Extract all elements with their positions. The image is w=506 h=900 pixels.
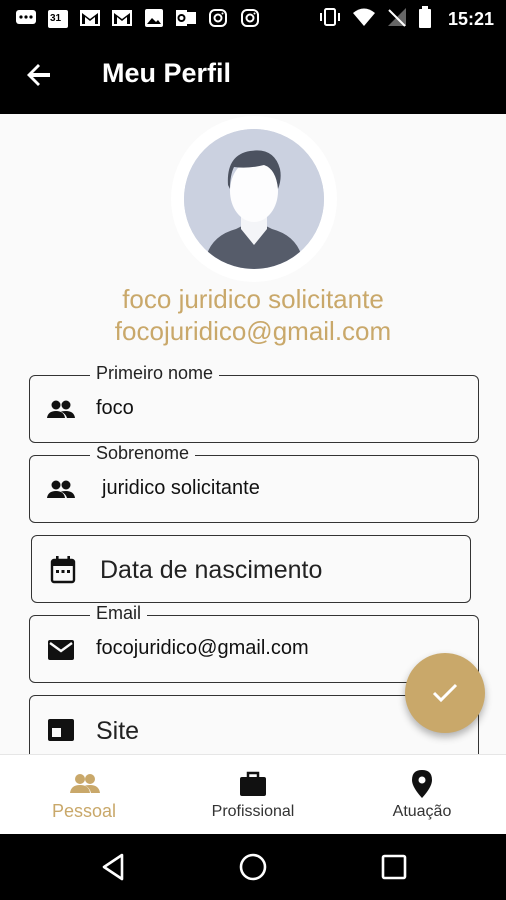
clock: 15:21 [447,9,494,29]
app-bar: Meu Perfil [0,36,506,114]
back-triangle-icon[interactable] [98,851,130,883]
wifi-icon [352,7,376,32]
last-name-input[interactable]: juridico solicitante [102,477,260,500]
site-input[interactable]: Site [96,717,139,746]
profile-email: focojuridico@gmail.com [114,316,392,346]
tab-label: Profissional [211,803,295,820]
image-icon [142,6,166,30]
home-circle-icon[interactable] [237,851,269,883]
avatar [184,129,324,269]
tab-profissional[interactable]: Profissional [169,755,337,835]
briefcase-icon [238,769,268,799]
bottom-navigation: Pessoal Profissional Atuação [0,754,506,834]
outlook-icon [174,6,198,30]
instagram-icon [238,6,262,30]
notification-icons: 31 [14,6,262,30]
tab-atuacao[interactable]: Atuação [338,755,506,835]
save-button[interactable] [405,653,485,733]
mail-icon [46,636,76,664]
recents-square-icon[interactable] [378,851,410,883]
status-bar: 31 15:21 [0,0,506,36]
gmail-icon [110,6,134,30]
check-icon [432,683,458,703]
tab-label: Atuação [392,803,452,820]
web-icon [46,716,76,744]
profile-name: foco juridico solicitante [122,284,384,314]
page-title: Meu Perfil [102,58,232,88]
instagram-icon [206,6,230,30]
people-icon [46,396,76,424]
first-name-input[interactable]: foco [96,397,134,420]
calendar-day: 31 [50,13,62,24]
birth-date-input[interactable]: Data de nascimento [100,556,322,585]
first-name-field[interactable]: Primeiro nome foco [29,363,479,443]
tab-pessoal[interactable]: Pessoal [0,755,168,835]
arrow-back-icon[interactable] [22,58,56,92]
email-input[interactable]: focojuridico@gmail.com [96,637,309,660]
email-label: Email [90,603,148,624]
last-name-label: Sobrenome [90,443,196,464]
avatar-frame[interactable] [171,116,337,282]
battery-icon [418,6,432,33]
system-status-icons: 15:21 [318,6,494,33]
tab-label: Pessoal [51,801,117,821]
system-navigation [0,834,506,900]
no-signal-icon [386,7,408,32]
last-name-field[interactable]: Sobrenome juridico solicitante [29,443,479,523]
calendar-icon: 31 [46,6,70,30]
first-name-label: Primeiro nome [90,363,220,384]
birth-date-field[interactable]: Data de nascimento [31,535,471,603]
calendar-icon [48,556,78,584]
chat-icon [14,6,38,30]
gmail-icon [78,6,102,30]
people-icon [46,476,76,504]
people-icon [69,769,100,799]
vibrate-icon [318,7,342,32]
location-pin-icon [407,769,437,799]
